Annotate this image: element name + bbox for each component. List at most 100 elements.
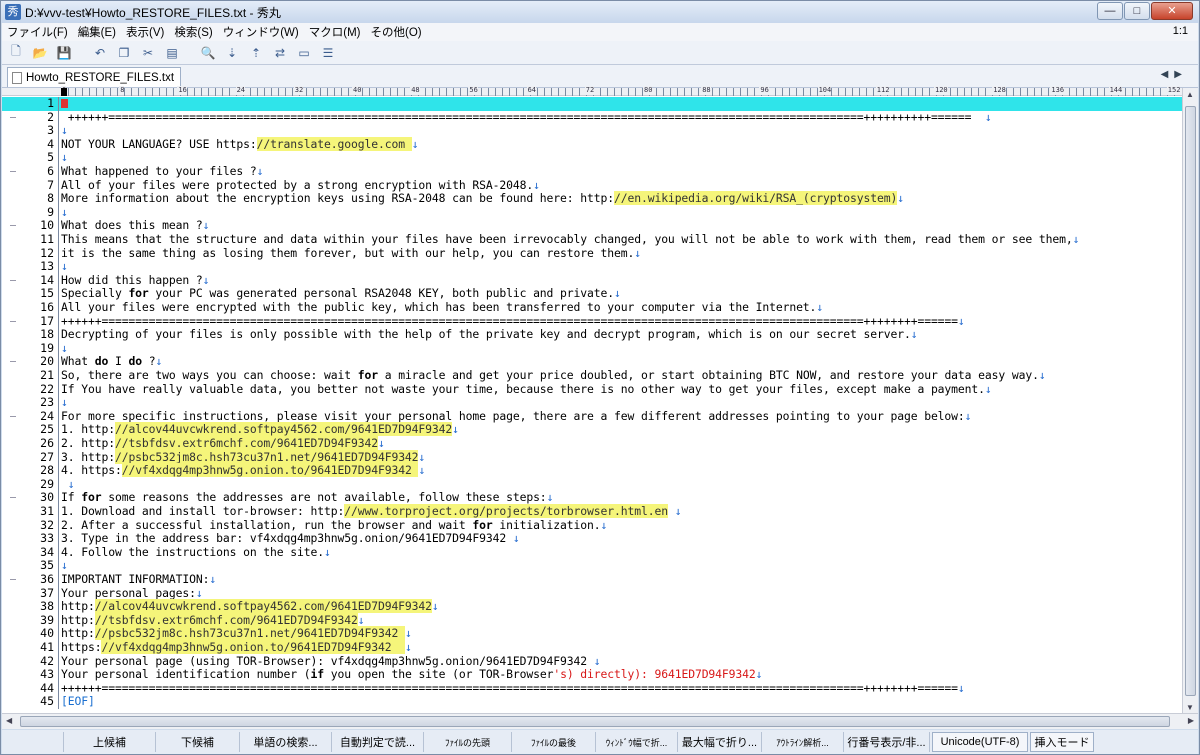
vertical-scrollbar[interactable]: ▲ ▼	[1182, 88, 1198, 714]
editor-line[interactable]: 19 ↓	[2, 341, 1182, 356]
line-text[interactable]: ++++++==================================…	[61, 110, 992, 125]
line-text[interactable]: How did this happen ?↓	[61, 273, 209, 288]
save-icon[interactable]: 💾	[54, 44, 74, 62]
fkey-wrap-max-width[interactable]: 最大幅で折り...	[678, 732, 762, 752]
line-text[interactable]: Your personal identification number (if …	[61, 667, 763, 682]
horizontal-scroll-thumb[interactable]	[20, 716, 1170, 727]
editor-line[interactable]: 24 For more specific instructions, please…	[2, 409, 1182, 424]
close-button[interactable]: ✕	[1151, 2, 1193, 20]
editor-line[interactable]: 30 If for some reasons the addresses are …	[2, 491, 1182, 505]
tab-right-arrow-icon[interactable]: ▶	[1174, 69, 1182, 80]
editor-line[interactable]: 12 it is the same thing as losing them fo…	[2, 246, 1182, 261]
editor-line[interactable]: 31 1. Download and install tor-browser: h…	[2, 504, 1182, 519]
search-up-icon[interactable]: ⇡	[246, 44, 266, 62]
menu-view[interactable]: 表示(V)	[121, 24, 169, 40]
fkey-wrap-window-width[interactable]: ｳｨﾝﾄﾞｳ幅で折...	[596, 732, 678, 752]
editor-line[interactable]: 40 http://psbc532jm8c.hsh73cu37n1.net/964…	[2, 626, 1182, 641]
line-text[interactable]: https://vf4xdqg4mp3hnw5g.onion.to/9641ED…	[61, 640, 412, 655]
editor-line[interactable]: 2 ++++++================================…	[2, 110, 1182, 125]
fkey-file-end[interactable]: ﾌｧｲﾙの最後	[512, 732, 596, 752]
line-text[interactable]: ↓	[61, 395, 68, 410]
new-file-icon[interactable]: 🗋	[6, 44, 26, 62]
fkey-1[interactable]	[2, 732, 64, 752]
editor-line[interactable]: 44 ++++++================================…	[2, 681, 1182, 696]
encoding-status[interactable]: Unicode(UTF-8)	[932, 732, 1028, 752]
editor-line[interactable]: 42 Your personal page (using TOR-Browser)…	[2, 654, 1182, 669]
editor-line[interactable]: 15 Specially for your PC was generated pe…	[2, 287, 1182, 301]
editor-line[interactable]: 36 IMPORTANT INFORMATION:↓	[2, 572, 1182, 587]
fkey-file-top[interactable]: ﾌｧｲﾙの先頭	[424, 732, 512, 752]
editor-line[interactable]: 9 ↓	[2, 205, 1182, 220]
editor-line[interactable]: 17 ++++++================================…	[2, 314, 1182, 329]
editor-line[interactable]: 37 Your personal pages:↓	[2, 586, 1182, 601]
line-text[interactable]: ↓	[61, 259, 68, 274]
editor-line[interactable]: 11 This means that the structure and data…	[2, 232, 1182, 247]
line-text[interactable]: ++++++==================================…	[61, 681, 965, 696]
menu-search[interactable]: 検索(S)	[169, 24, 217, 40]
line-text[interactable]: 1. http://alcov44uvcwkrend.softpay4562.c…	[61, 422, 459, 437]
editor-line[interactable]: 34 4. Follow the instructions on the site…	[2, 545, 1182, 560]
fkey-word-search[interactable]: 単語の検索...	[240, 732, 332, 752]
menu-other[interactable]: その他(O)	[365, 24, 426, 40]
line-text[interactable]: ++++++==================================…	[61, 314, 965, 329]
editor-line[interactable]: 41 https://vf4xdqg4mp3hnw5g.onion.to/9641…	[2, 640, 1182, 655]
line-text[interactable]: All your files were encrypted with the p…	[61, 300, 823, 315]
grep-icon[interactable]: ▭	[294, 44, 314, 62]
line-text[interactable]: 2. http://tsbfdsv.extr6mchf.com/9641ED7D…	[61, 436, 385, 451]
editor-line[interactable]: 10 What does this mean ?↓	[2, 219, 1182, 233]
line-text[interactable]: Specially for your PC was generated pers…	[61, 287, 621, 301]
editor-line[interactable]: 25 1. http://alcov44uvcwkrend.softpay4562…	[2, 422, 1182, 437]
line-text[interactable]: IMPORTANT INFORMATION:↓	[61, 572, 216, 587]
editor-line[interactable]: 35 ↓	[2, 559, 1182, 573]
line-text[interactable]: NOT YOUR LANGUAGE? USE https://translate…	[61, 136, 419, 152]
menu-file[interactable]: ファイル(F)	[2, 24, 73, 40]
editor-line[interactable]: 21 So, there are two ways you can choose:…	[2, 368, 1182, 383]
line-text[interactable]: What happened to your files ?↓	[61, 164, 263, 179]
line-text[interactable]: 3. http://psbc532jm8c.hsh73cu37n1.net/96…	[61, 449, 425, 465]
vertical-scroll-thumb[interactable]	[1185, 106, 1196, 696]
line-text[interactable]: Your personal pages:↓	[61, 586, 203, 601]
copy-icon[interactable]: ❐	[114, 44, 134, 62]
editor-line[interactable]: 4 NOT YOUR LANGUAGE? USE https://translat…	[2, 136, 1182, 152]
editor-line[interactable]: 3 ↓	[2, 123, 1182, 138]
line-text[interactable]: ↓	[61, 205, 68, 220]
replace-icon[interactable]: ⇄	[270, 44, 290, 62]
menu-window[interactable]: ウィンドウ(W)	[218, 24, 304, 40]
line-text[interactable]: If for some reasons the addresses are no…	[61, 491, 553, 505]
line-text[interactable]: So, there are two ways you can choose: w…	[61, 368, 1046, 383]
line-text[interactable]: ↓	[61, 477, 75, 492]
line-text[interactable]: http://psbc532jm8c.hsh73cu37n1.net/9641E…	[61, 626, 412, 641]
editor-line[interactable]: 45 [EOF]	[2, 695, 1182, 709]
line-text[interactable]: 4. Follow the instructions on the site.↓	[61, 545, 331, 560]
line-text[interactable]: If You have really valuable data, you be…	[61, 382, 992, 397]
editor-line[interactable]: 38 http://alcov44uvcwkrend.softpay4562.co…	[2, 599, 1182, 614]
minimize-button[interactable]: —	[1097, 2, 1123, 20]
line-text[interactable]: What does this mean ?↓	[61, 219, 209, 233]
editor-line[interactable]: 27 3. http://psbc532jm8c.hsh73cu37n1.net/…	[2, 449, 1182, 465]
line-text[interactable]: it is the same thing as losing them fore…	[61, 246, 641, 261]
editor-line[interactable]: 32 2. After a successful installation, ru…	[2, 518, 1182, 533]
line-text[interactable]: ↓	[61, 151, 68, 165]
horizontal-scrollbar[interactable]: ◀ ▶	[2, 713, 1198, 729]
editor-line[interactable]: 1	[2, 96, 1182, 111]
editor-line[interactable]: 28 4. https://vf4xdqg4mp3hnw5g.onion.to/9…	[2, 463, 1182, 478]
editor-line[interactable]: 7 All of your files were protected by a s…	[2, 178, 1182, 193]
line-text[interactable]: 2. After a successful installation, run …	[61, 518, 607, 533]
editor-line[interactable]: 26 2. http://tsbfdsv.extr6mchf.com/9641ED…	[2, 436, 1182, 451]
editor-line[interactable]: 33 3. Type in the address bar: vf4xdqg4mp…	[2, 531, 1182, 546]
editor-line[interactable]: 29 ↓	[2, 477, 1182, 492]
editor-line[interactable]: 39 http://tsbfdsv.extr6mchf.com/9641ED7D9…	[2, 612, 1182, 628]
editor-line[interactable]: 6 What happened to your files ?↓	[2, 164, 1182, 179]
tab-left-arrow-icon[interactable]: ◀	[1161, 69, 1169, 80]
fkey-outline-analysis[interactable]: ｱｳﾄﾗｲﾝ解析...	[762, 732, 844, 752]
editor-line[interactable]: 16 All your files were encrypted with the…	[2, 300, 1182, 315]
line-text[interactable]: 3. Type in the address bar: vf4xdqg4mp3h…	[61, 531, 520, 546]
editor-line[interactable]: 18 Decrypting of your files is only possi…	[2, 327, 1182, 342]
editor-line[interactable]: 8 More information about the encryption k…	[2, 191, 1182, 206]
scroll-down-arrow-icon[interactable]: ▼	[1186, 703, 1194, 712]
editor-line[interactable]: 22 If You have really valuable data, you …	[2, 382, 1182, 397]
line-text[interactable]: What do I do ?↓	[61, 355, 162, 369]
line-text[interactable]: More information about the encryption ke…	[61, 191, 904, 206]
line-text[interactable]: ↓	[61, 341, 68, 356]
fkey-lower-candidate[interactable]: 下候補	[156, 732, 240, 752]
